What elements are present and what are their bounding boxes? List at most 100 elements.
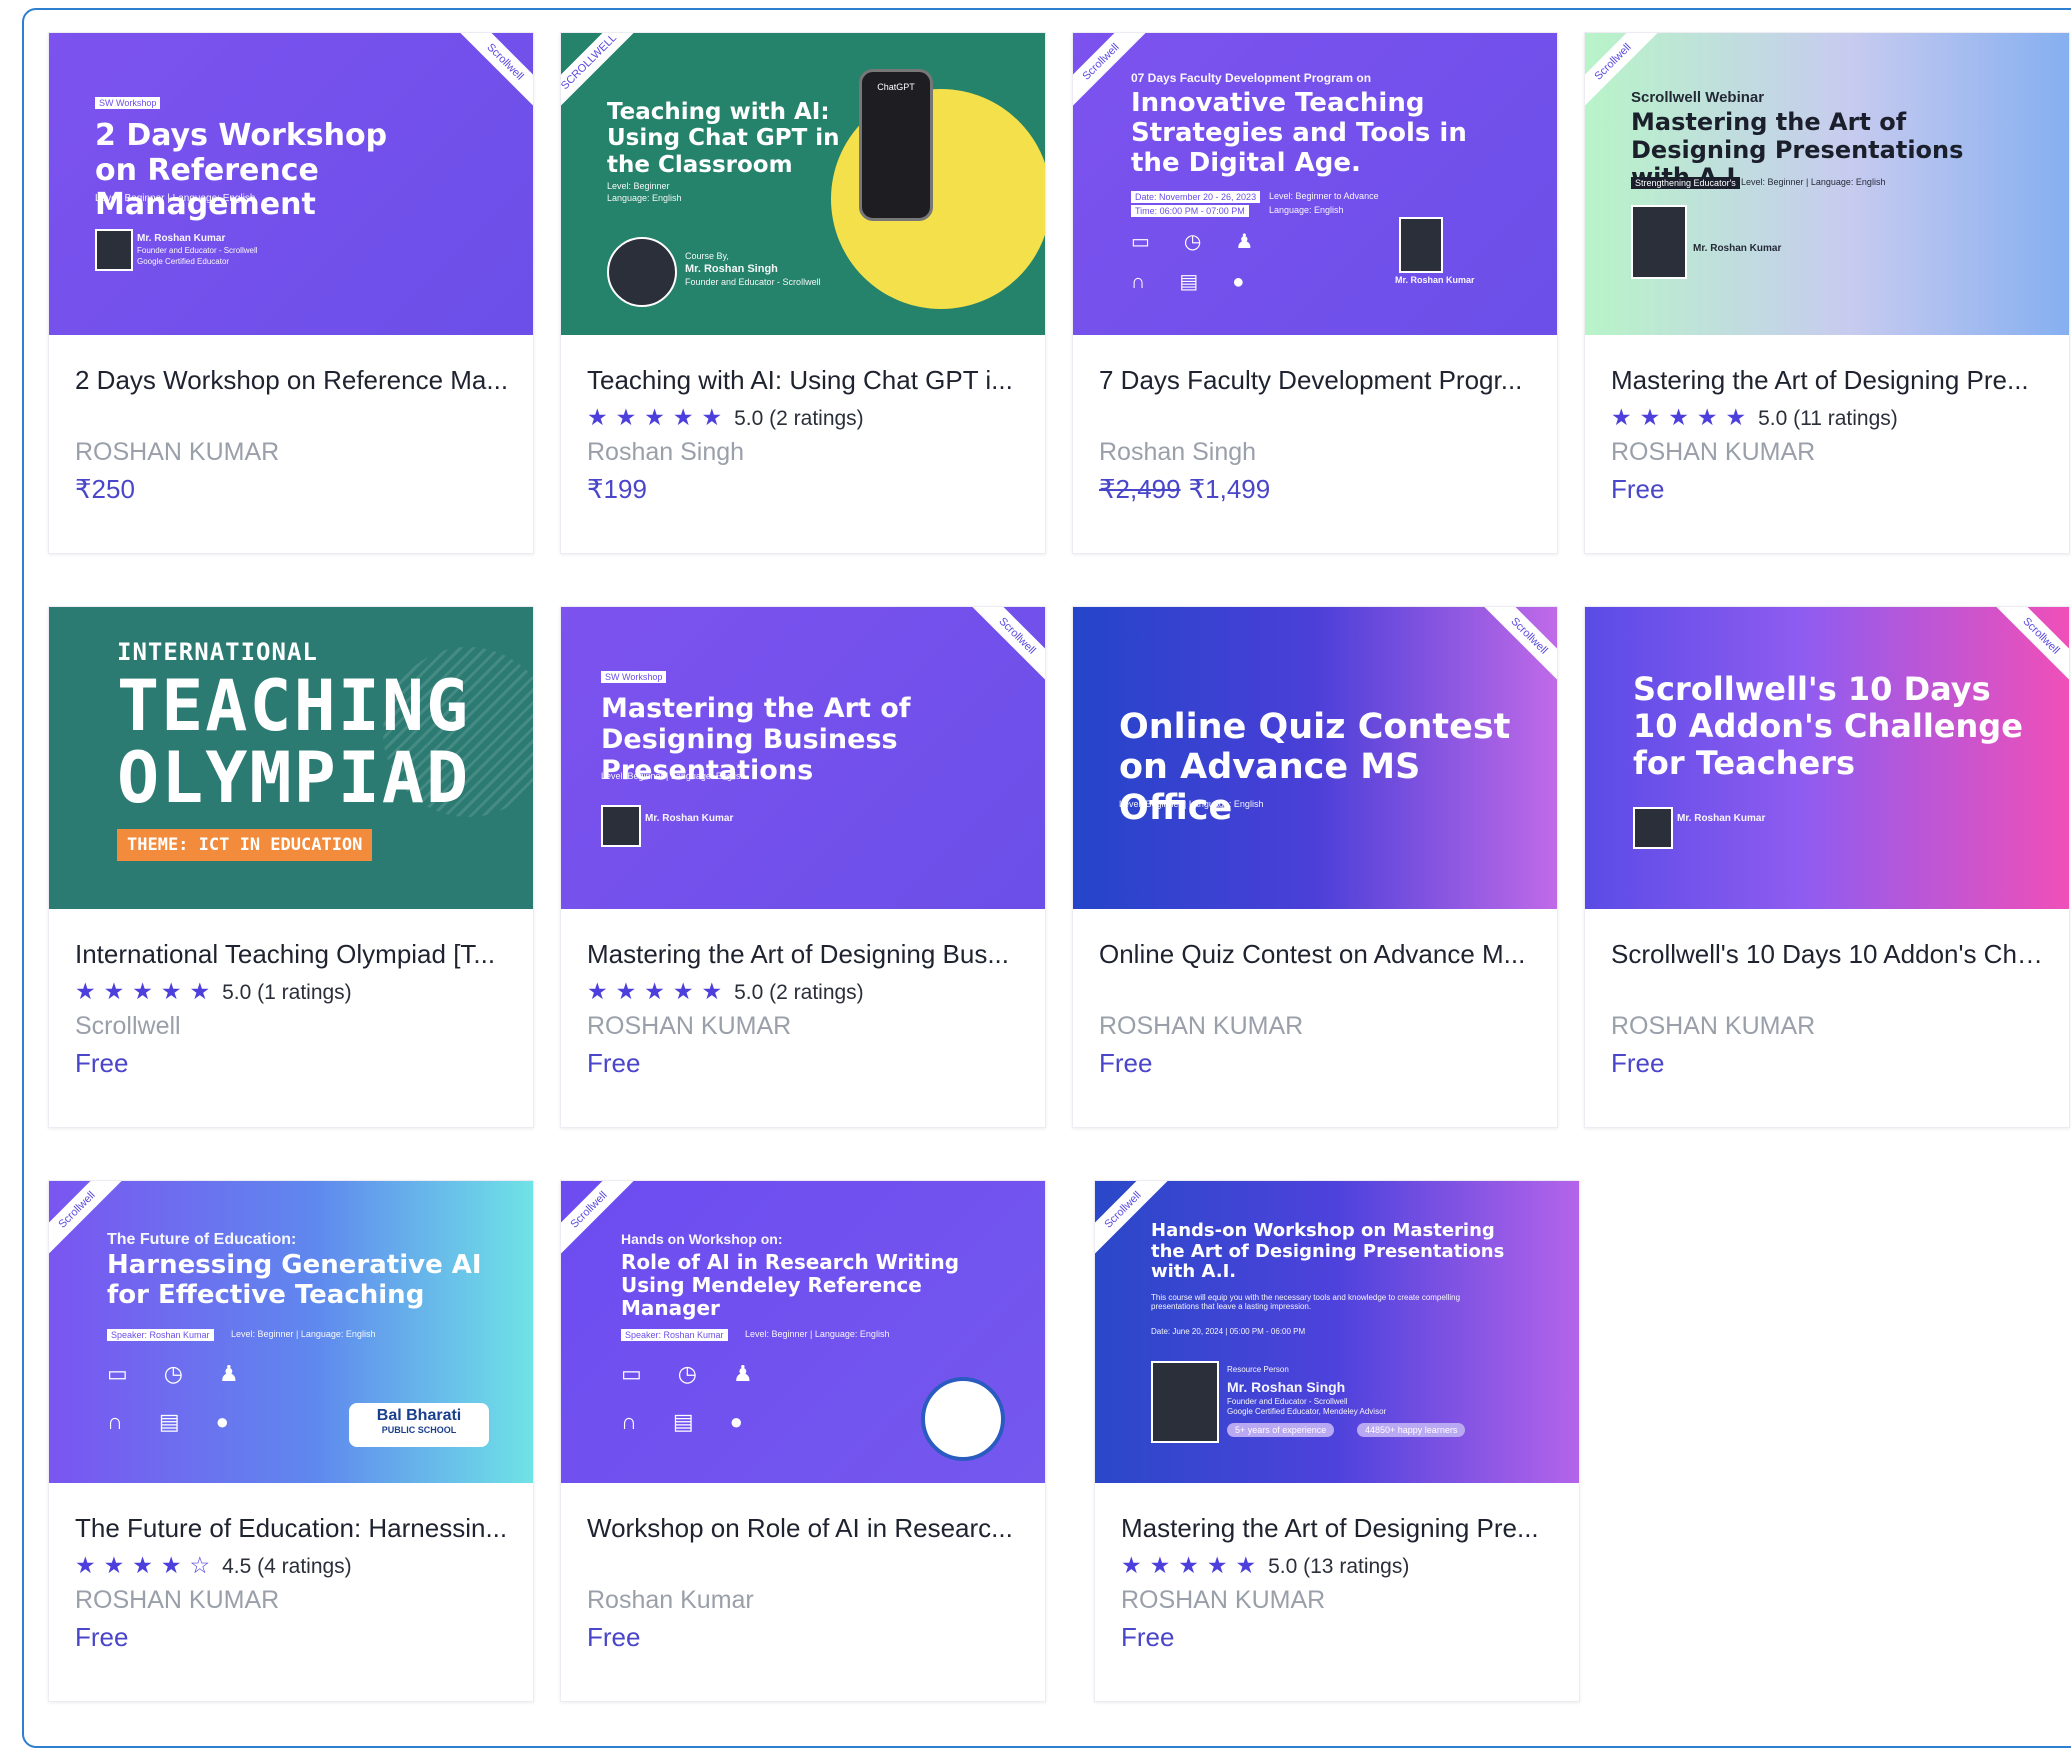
star-icons: ★★★★★ — [1121, 1552, 1265, 1578]
course-author: ROSHAN KUMAR — [1121, 1586, 1326, 1614]
thumb-heading: Scrollwell's 10 Days 10 Addon's Challeng… — [1633, 670, 2023, 782]
thumb-heading: Harnessing Generative AI for Effective T… — [107, 1250, 482, 1310]
course-title[interactable]: International Teaching Olympiad [T... — [75, 937, 513, 971]
course-author: ROSHAN KUMAR — [1611, 1012, 1816, 1040]
feature-icons: ∩▤● — [621, 1409, 779, 1434]
thumb-course-by: Course By, — [685, 251, 729, 261]
rating-row-empty — [1611, 975, 2049, 1007]
course-card[interactable]: SCROLLWELL Teaching with AI: Using Chat … — [560, 32, 1046, 554]
course-title[interactable]: 7 Days Faculty Development Progr... — [1099, 363, 1537, 397]
course-author: Roshan Singh — [1099, 438, 1257, 466]
logo-sub: PUBLIC SCHOOL — [381, 1425, 457, 1435]
course-card[interactable]: Scrollwell SW Workshop Mastering the Art… — [560, 606, 1046, 1128]
course-card[interactable]: Scrollwell SW Workshop 2 Days Workshop o… — [48, 32, 534, 554]
rating-row: ★★★★★ 5.0 (2 ratings) — [587, 975, 1025, 1007]
course-author: ROSHAN KUMAR — [1099, 1012, 1304, 1040]
course-price: Free — [1611, 1048, 1665, 1078]
feature-icons: ▭◷♟ — [621, 1361, 789, 1386]
rating-row: ★★★★★ 5.0 (11 ratings) — [1611, 401, 2049, 433]
thumb-heading: Teaching with AI: Using Chat GPT in the … — [607, 99, 840, 178]
corner-ribbon: Scrollwell — [1478, 607, 1557, 687]
thumb-speaker-tag: Speaker: Roshan Kumar — [621, 1329, 728, 1341]
star-icons: ★★★★★ — [75, 978, 219, 1004]
thumb-meta: Level: Beginner | Language: English — [745, 1329, 890, 1339]
corner-ribbon: Scrollwell — [454, 33, 533, 113]
course-card[interactable]: Scrollwell Scrollwell Webinar Mastering … — [1584, 32, 2070, 554]
thumb-speaker: Mr. Roshan Singh — [685, 263, 778, 275]
avatar — [1631, 205, 1687, 279]
thumb-speaker: Mr. Roshan Kumar — [1677, 813, 1766, 824]
course-thumbnail[interactable]: Scrollwell Scrollwell's 10 Days 10 Addon… — [1585, 607, 2069, 909]
phone-image: ChatGPT — [859, 69, 933, 221]
thumb-speaker-role: Founder and Educator - Scrollwell — [685, 277, 821, 287]
course-title[interactable]: The Future of Education: Harnessin... — [75, 1511, 513, 1545]
star-icons: ★★★★☆ — [75, 1552, 219, 1578]
course-price: ₹250 — [75, 474, 135, 504]
course-card[interactable]: Scrollwell 07 Days Faculty Development P… — [1072, 32, 1558, 554]
thumb-meta: Level: Beginner | Language: English — [1119, 799, 1264, 809]
course-thumbnail[interactable]: Scrollwell Hands on Workshop on: Role of… — [561, 1181, 1045, 1483]
thumb-tag: SW Workshop — [601, 671, 667, 683]
course-thumbnail[interactable]: Scrollwell Scrollwell Webinar Mastering … — [1585, 33, 2069, 335]
avatar — [1633, 807, 1673, 849]
avatar — [1399, 217, 1443, 273]
course-thumbnail[interactable]: Scrollwell 07 Days Faculty Development P… — [1073, 33, 1557, 335]
course-title[interactable]: Mastering the Art of Designing Pre... — [1611, 363, 2049, 397]
thumb-date: Date: November 20 - 26, 2023 — [1131, 191, 1261, 203]
avatar — [601, 805, 641, 847]
course-thumbnail[interactable]: SCROLLWELL Teaching with AI: Using Chat … — [561, 33, 1045, 335]
thumb-subheading: Scrollwell Webinar — [1631, 89, 1765, 106]
course-card[interactable]: Scrollwell Online Quiz Contest on Advanc… — [1072, 606, 1558, 1128]
thumb-speaker-role: Founder and Educator - Scrollwell — [1227, 1397, 1348, 1406]
course-thumbnail[interactable]: Scrollwell SW Workshop 2 Days Workshop o… — [49, 33, 533, 335]
course-card[interactable]: Scrollwell Hands-on Workshop on Masterin… — [1094, 1180, 1580, 1702]
thumb-meta1: Level: Beginner — [607, 181, 670, 191]
thumb-speaker-tag: Speaker: Roshan Kumar — [107, 1329, 214, 1341]
rating-text: 4.5 (4 ratings) — [222, 1555, 352, 1578]
rating-row: ★★★★★ 5.0 (13 ratings) — [1121, 1549, 1559, 1581]
course-thumbnail[interactable]: Scrollwell Hands-on Workshop on Masterin… — [1095, 1181, 1579, 1483]
course-thumbnail[interactable]: INTERNATIONAL TEACHING OLYMPIAD THEME: I… — [49, 607, 533, 909]
thumb-speaker-role: Founder and Educator - Scrollwell — [137, 246, 258, 255]
course-thumbnail[interactable]: Scrollwell Online Quiz Contest on Advanc… — [1073, 607, 1557, 909]
course-card[interactable]: INTERNATIONAL TEACHING OLYMPIAD THEME: I… — [48, 606, 534, 1128]
course-price: Free — [1099, 1048, 1153, 1078]
rating-text: 5.0 (2 ratings) — [734, 981, 864, 1004]
course-price: Free — [587, 1622, 641, 1652]
thumb-speaker: Mr. Roshan Kumar — [137, 233, 226, 244]
course-card[interactable]: Scrollwell Hands on Workshop on: Role of… — [560, 1180, 1046, 1702]
course-title[interactable]: Mastering the Art of Designing Pre... — [1121, 1511, 1559, 1545]
course-title[interactable]: Teaching with AI: Using Chat GPT i... — [587, 363, 1025, 397]
rating-text: 5.0 (2 ratings) — [734, 407, 864, 430]
course-title[interactable]: Workshop on Role of AI in Researc... — [587, 1511, 1025, 1545]
avatar — [1151, 1361, 1219, 1443]
thumb-line1: INTERNATIONAL — [117, 638, 318, 666]
thumb-line3: OLYMPIAD — [117, 737, 471, 819]
course-title[interactable]: Mastering the Art of Designing Bus... — [587, 937, 1025, 971]
thumb-heading: Hands-on Workshop on Mastering the Art o… — [1151, 1220, 1505, 1283]
rating-text: 5.0 (1 ratings) — [222, 981, 352, 1004]
course-thumbnail[interactable]: Scrollwell SW Workshop Mastering the Art… — [561, 607, 1045, 909]
course-price: Free — [1611, 474, 1665, 504]
thumb-meta: Level: Beginner | Language: English — [231, 1329, 376, 1339]
course-title[interactable]: 2 Days Workshop on Reference Ma... — [75, 363, 513, 397]
thumb-language: Language: English — [1269, 205, 1344, 215]
thumb-subheading: The Future of Education: — [107, 1231, 297, 1248]
thumb-speaker: Mr. Roshan Kumar — [645, 813, 734, 824]
course-author: ROSHAN KUMAR — [587, 1012, 792, 1040]
course-card[interactable]: Scrollwell The Future of Education: Harn… — [48, 1180, 534, 1702]
thumb-speaker: Mr. Roshan Kumar — [1693, 243, 1782, 254]
course-author: Scrollwell — [75, 1012, 181, 1040]
avatar — [607, 237, 677, 307]
thumb-line2: TEACHING — [117, 665, 471, 747]
course-title[interactable]: Online Quiz Contest on Advance M... — [1099, 937, 1537, 971]
thumb-heading: 2 Days Workshop on Reference Management — [95, 118, 388, 222]
thumb-date: Date: June 20, 2024 | 05:00 PM - 06:00 P… — [1151, 1327, 1306, 1336]
thumb-tag: SW Workshop — [95, 97, 161, 109]
course-title[interactable]: Scrollwell's 10 Days 10 Addon's Cha... — [1611, 937, 2049, 971]
course-card[interactable]: Scrollwell Scrollwell's 10 Days 10 Addon… — [1584, 606, 2070, 1128]
feature-icons: ∩▤● — [107, 1409, 265, 1434]
course-thumbnail[interactable]: Scrollwell The Future of Education: Harn… — [49, 1181, 533, 1483]
rating-row-empty — [75, 401, 513, 433]
thumb-heading: Role of AI in Research Writing Using Men… — [621, 1250, 960, 1320]
